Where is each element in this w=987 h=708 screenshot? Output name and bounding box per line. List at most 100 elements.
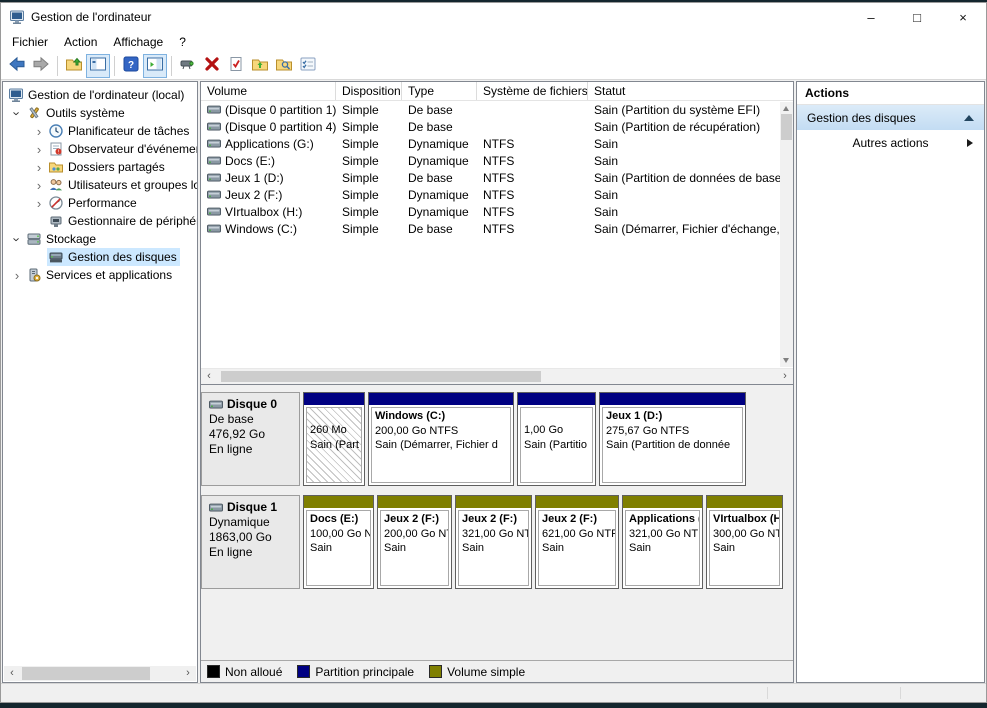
scroll-left-icon[interactable]: ‹ (201, 369, 217, 384)
scroll-right-icon[interactable]: › (180, 666, 196, 681)
menu-item-fichier[interactable]: Fichier (4, 33, 56, 51)
partition-jeux-2-f[interactable]: Jeux 2 (F:)321,00 Go NTFSSain (455, 495, 532, 589)
delete-button[interactable] (200, 54, 224, 78)
more-actions-item[interactable]: Autres actions (797, 130, 984, 155)
tree-node[interactable]: Gestionnaire de périphériques (47, 212, 197, 230)
partition-body: 1,00 GoSain (Partitio (520, 407, 593, 483)
task-list-button[interactable] (296, 54, 320, 78)
table-row[interactable]: Windows (C:)SimpleDe baseNTFSSain (Démar… (201, 220, 793, 237)
scrollbar-track[interactable] (20, 666, 180, 681)
cell: Dynamique (402, 188, 477, 202)
volume-name: VIrtualbox (H:) (225, 205, 302, 219)
column-header-disposition[interactable]: Disposition (336, 82, 402, 100)
table-row[interactable]: Jeux 2 (F:)SimpleDynamiqueNTFSSain (201, 186, 793, 203)
tree-item-gestion-des-disques[interactable]: Gestion des disques (3, 248, 197, 266)
partition-jeux-2-f[interactable]: Jeux 2 (F:)621,00 Go NTFSSain (535, 495, 619, 589)
tree-item-planificateur-de-taches[interactable]: ›Planificateur de tâches (3, 122, 197, 140)
back-button[interactable] (5, 54, 29, 78)
tree-node[interactable]: Dossiers partagés (47, 158, 168, 176)
tree-item-utilisateurs-et-groupes-locaux[interactable]: ›Utilisateurs et groupes locaux (3, 176, 197, 194)
tree-horizontal-scrollbar[interactable]: ‹ › (4, 666, 196, 681)
chevron-closed-icon[interactable]: › (31, 196, 47, 211)
table-row[interactable]: Docs (E:)SimpleDynamiqueNTFSSain (201, 152, 793, 169)
tree-item-services-et-applications[interactable]: ›Services et applications (3, 266, 197, 284)
actions-group-disk-management[interactable]: Gestion des disques (797, 105, 984, 130)
partition-windows-c[interactable]: Windows (C:)200,00 Go NTFSSain (Démarrer… (368, 392, 514, 486)
column-header-systeme-de-fichiers[interactable]: Système de fichiers (477, 82, 588, 100)
toolbar-separator (171, 56, 172, 76)
menu-item-action[interactable]: Action (56, 33, 105, 51)
chevron-closed-icon[interactable]: › (31, 142, 47, 157)
disk-info-disque-0[interactable]: Disque 0De base476,92 GoEn ligne (201, 392, 300, 486)
scrollbar-thumb[interactable] (22, 667, 150, 680)
chevron-closed-icon[interactable]: › (9, 268, 25, 283)
scrollbar-thumb[interactable] (221, 371, 541, 382)
table-row[interactable]: Applications (G:)SimpleDynamiqueNTFSSain (201, 135, 793, 152)
collapse-icon[interactable] (964, 115, 974, 121)
partition-strip: 260 MoSain (PartWindows (C:)200,00 Go NT… (303, 392, 746, 486)
tree-node[interactable]: Stockage (25, 230, 99, 248)
partition-docs-e[interactable]: Docs (E:)100,00 Go NTFSSain (303, 495, 374, 589)
scrollbar-thumb[interactable] (781, 114, 792, 140)
table-row[interactable]: (Disque 0 partition 1)SimpleDe baseSain … (201, 101, 793, 118)
scroll-down-icon[interactable] (783, 358, 789, 363)
partition-jeux-2-f[interactable]: Jeux 2 (F:)200,00 Go NTFSSain (377, 495, 452, 589)
chevron-open-icon[interactable]: › (9, 232, 25, 247)
tree-item-dossiers-partages[interactable]: ›Dossiers partagés (3, 158, 197, 176)
chevron-closed-icon[interactable]: › (31, 178, 47, 193)
chevron-closed-icon[interactable]: › (31, 124, 47, 139)
projector-button[interactable] (176, 54, 200, 78)
disk-info-disque-1[interactable]: Disque 1Dynamique1863,00 GoEn ligne (201, 495, 300, 589)
partition-jeux-1-d[interactable]: Jeux 1 (D:)275,67 Go NTFSSain (Partition… (599, 392, 746, 486)
table-row[interactable]: (Disque 0 partition 4)SimpleDe baseSain … (201, 118, 793, 135)
forward-button[interactable] (29, 54, 53, 78)
show-tree-button[interactable] (86, 54, 110, 78)
tree-item-stockage[interactable]: ›Stockage (3, 230, 197, 248)
tree-item-observateur-d-evenements[interactable]: ›!Observateur d'événements (3, 140, 197, 158)
volume-list-pane: VolumeDispositionTypeSystème de fichiers… (201, 82, 793, 385)
chevron-open-icon[interactable]: › (9, 106, 25, 121)
chevron-closed-icon[interactable]: › (31, 160, 47, 175)
folder-up-button[interactable] (248, 54, 272, 78)
minimize-button[interactable]: – (848, 3, 894, 31)
scroll-left-icon[interactable]: ‹ (4, 666, 20, 681)
table-row[interactable]: VIrtualbox (H:)SimpleDynamiqueNTFSSain (201, 203, 793, 220)
show-actions-button[interactable] (143, 54, 167, 78)
partition-unnamed[interactable]: 260 MoSain (Part (303, 392, 365, 486)
menu-item-item[interactable]: ? (171, 33, 194, 51)
tree-item-performance[interactable]: ›Performance (3, 194, 197, 212)
parent-folder-button[interactable] (62, 54, 86, 78)
partition-unnamed[interactable]: 1,00 GoSain (Partitio (517, 392, 596, 486)
cell: De base (402, 103, 477, 117)
tree-node[interactable]: Planificateur de tâches (47, 122, 192, 140)
tree-item-outils-systeme[interactable]: ›Outils système (3, 104, 197, 122)
partition-applications-g[interactable]: Applications (G:)321,00 Go NTFSSain (622, 495, 703, 589)
tree-node[interactable]: Services et applications (25, 266, 175, 284)
tree-item-gestion-de-l-ordinateur-local[interactable]: Gestion de l'ordinateur (local) (3, 86, 197, 104)
close-button[interactable]: × (940, 3, 986, 31)
table-horizontal-scrollbar[interactable]: ‹ › (201, 368, 793, 384)
tree-item-gestionnaire-de-peripheriques[interactable]: Gestionnaire de périphériques (3, 212, 197, 230)
maximize-button[interactable]: □ (894, 3, 940, 31)
scroll-up-icon[interactable] (783, 106, 789, 111)
tree-node[interactable]: Outils système (25, 104, 128, 122)
tree-node[interactable]: Gestion des disques (47, 248, 180, 266)
table-row[interactable]: Jeux 1 (D:)SimpleDe baseNTFSSain (Partit… (201, 169, 793, 186)
partition-body: Docs (E:)100,00 Go NTFSSain (306, 510, 371, 586)
volume-cell: (Disque 0 partition 1) (201, 103, 336, 117)
column-header-volume[interactable]: Volume (201, 82, 336, 100)
column-header-type[interactable]: Type (402, 82, 477, 100)
tree-node[interactable]: Gestion de l'ordinateur (local) (7, 86, 187, 104)
column-header-statut[interactable]: Statut (588, 82, 793, 100)
tree-node[interactable]: Performance (47, 194, 140, 212)
actions-panel-title: Actions (797, 82, 984, 105)
folder-search-button[interactable] (272, 54, 296, 78)
tree-node[interactable]: Utilisateurs et groupes locaux (47, 176, 197, 194)
scroll-right-icon[interactable]: › (777, 369, 793, 384)
properties-button[interactable] (224, 54, 248, 78)
table-vertical-scrollbar[interactable] (780, 102, 793, 367)
tree-node[interactable]: !Observateur d'événements (47, 140, 197, 158)
partition-virtualbox-h[interactable]: VIrtualbox (H:)300,00 Go NTFSSain (706, 495, 783, 589)
menu-item-affichage[interactable]: Affichage (105, 33, 171, 51)
help-button[interactable]: ? (119, 54, 143, 78)
